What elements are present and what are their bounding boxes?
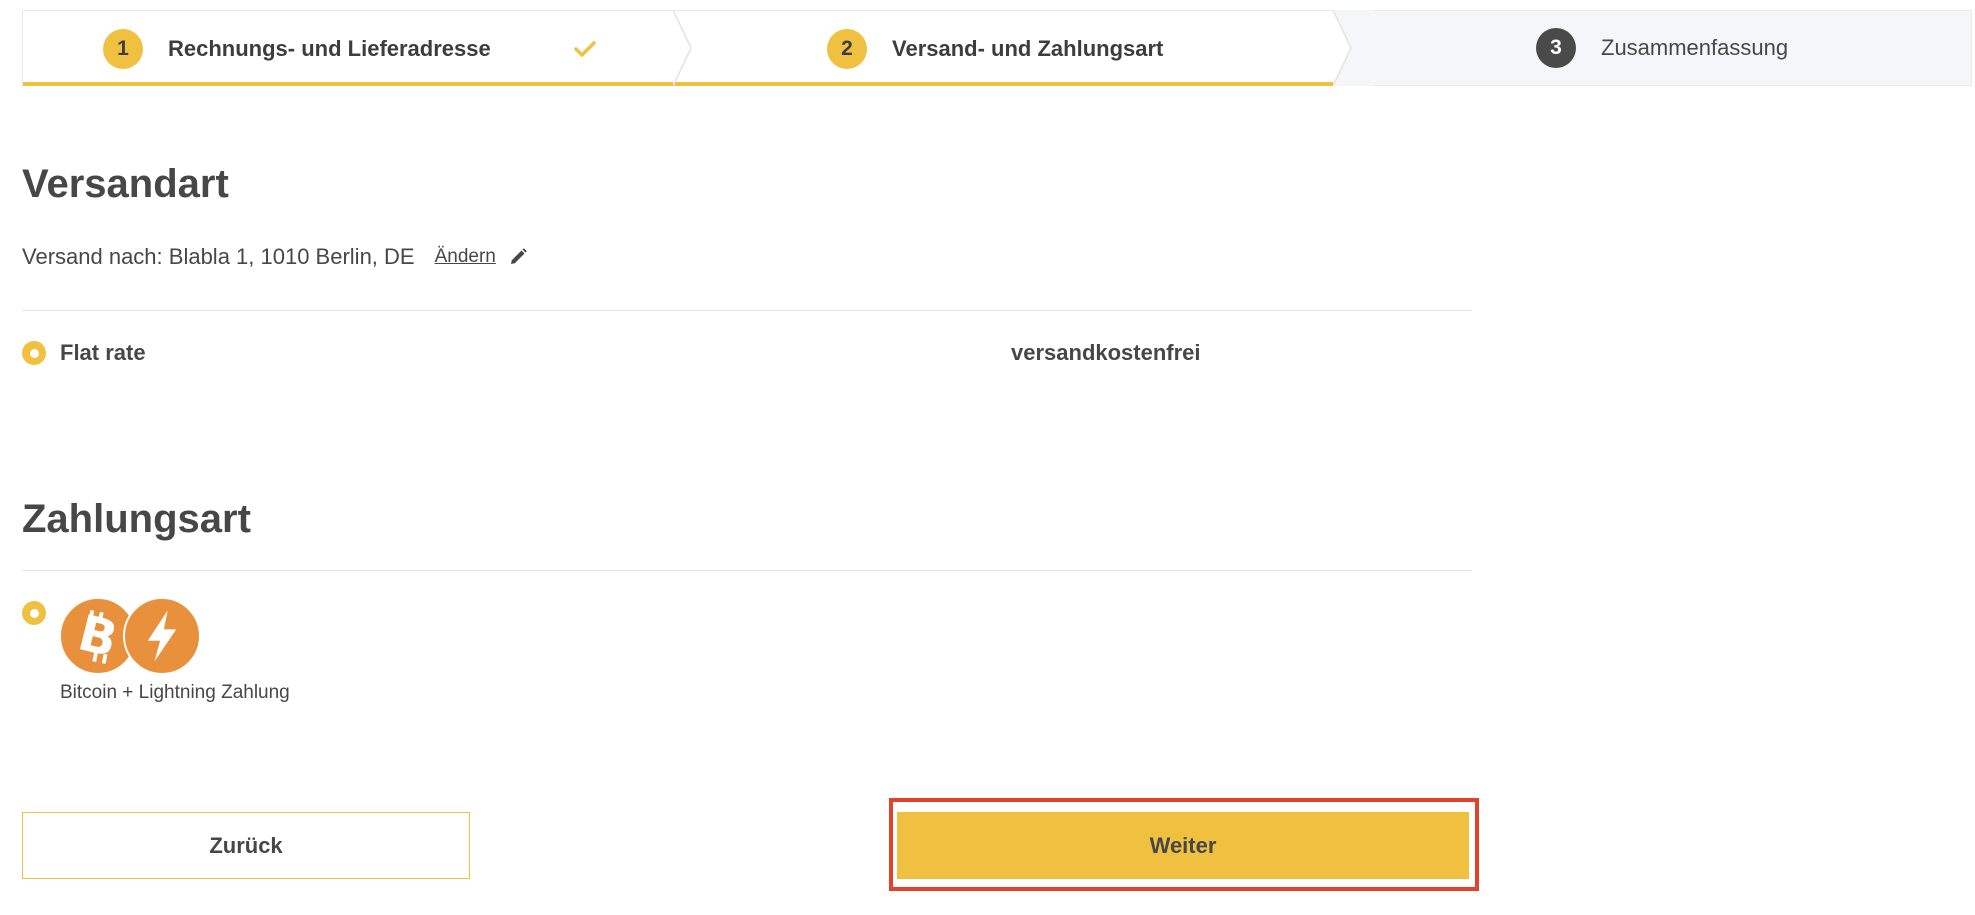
continue-button[interactable]: Weiter [897, 812, 1469, 879]
step-number: 2 [827, 28, 867, 69]
payment-option-label: Bitcoin + Lightning Zahlung [60, 682, 290, 703]
step-billing-address[interactable]: 1 Rechnungs- und Lieferadresse [22, 10, 683, 86]
pencil-icon[interactable] [508, 247, 528, 267]
step-label: Versand- und Zahlungsart [892, 35, 1164, 61]
checkmark-icon [574, 41, 596, 57]
shipping-address-text: Versand nach: Blabla 1, 1010 Berlin, DE [22, 244, 415, 269]
divider [22, 310, 1472, 311]
step-progress-bar [23, 82, 683, 86]
step-separator-chevron [673, 10, 692, 86]
step-separator-chevron [1333, 10, 1373, 86]
payment-option-radio[interactable] [22, 601, 46, 625]
step-label: Rechnungs- und Lieferadresse [168, 35, 491, 61]
back-button[interactable]: Zurück [22, 812, 470, 879]
shipping-address-line: Versand nach: Blabla 1, 1010 Berlin, DE … [22, 244, 528, 270]
step-number: 1 [103, 28, 143, 69]
lightning-icon [123, 597, 201, 675]
step-shipping-payment[interactable]: 2 Versand- und Zahlungsart [682, 10, 1343, 86]
step-summary[interactable]: 3 Zusammenfassung [1342, 10, 1972, 86]
shipping-method-title: Versandart [22, 162, 229, 206]
payment-method-title: Zahlungsart [22, 497, 251, 541]
step-number: 3 [1536, 28, 1576, 68]
svg-text:B: B [73, 603, 124, 668]
shipping-option-label: Flat rate [60, 340, 146, 365]
shipping-option-price: versandkostenfrei [1011, 340, 1201, 365]
change-address-link[interactable]: Ändern [435, 246, 496, 268]
shipping-option-radio[interactable] [22, 341, 46, 365]
step-progress-bar [682, 82, 1343, 86]
step-label: Zusammenfassung [1601, 35, 1789, 60]
checkout-stepper: 1 Rechnungs- und Lieferadresse 2 Versand… [22, 10, 1972, 86]
divider [22, 570, 1472, 571]
